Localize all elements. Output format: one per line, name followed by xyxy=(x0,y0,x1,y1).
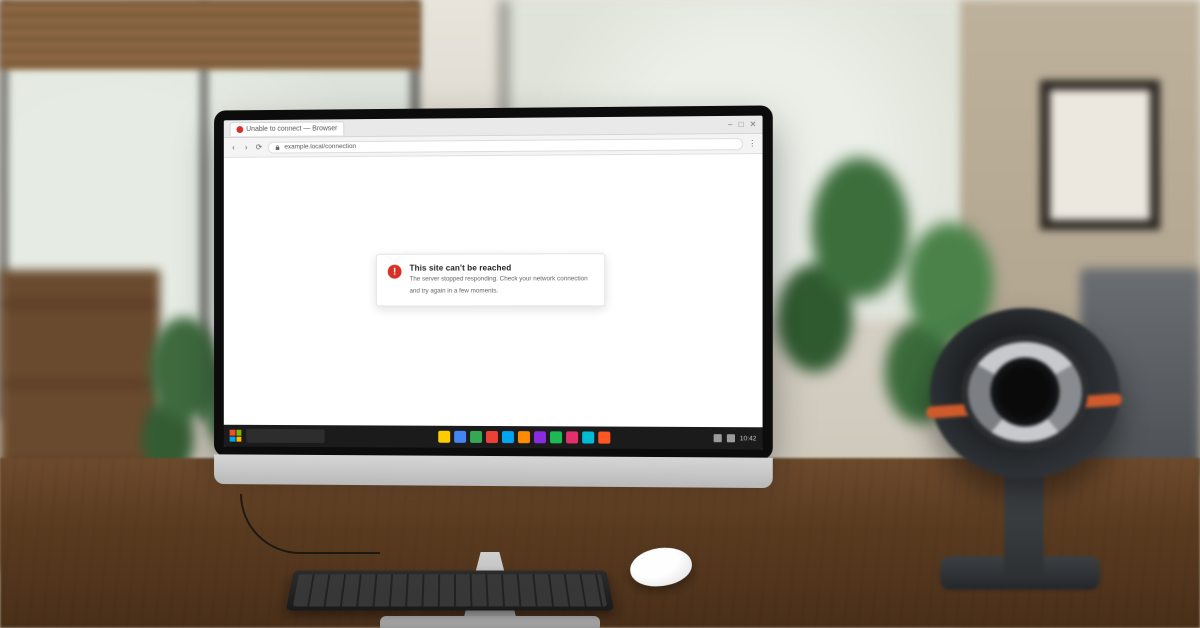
browser-viewport: ! This site can't be reached The server … xyxy=(224,154,763,427)
taskbar-app-icon[interactable] xyxy=(438,431,450,443)
nav-back-icon[interactable]: ‹ xyxy=(230,143,238,151)
window-maximize-button[interactable]: □ xyxy=(739,120,744,129)
taskbar-app-icon[interactable] xyxy=(486,431,498,443)
keyboard xyxy=(286,570,614,610)
taskbar-clock[interactable]: 10:42 xyxy=(740,435,757,442)
address-bar-text: example.local/connection xyxy=(284,143,356,150)
taskbar-app-icon[interactable] xyxy=(534,431,546,443)
monitor-bezel: Unable to connect — Browser – □ ✕ ‹ › ⟳ … xyxy=(214,105,773,459)
tray-volume-icon[interactable] xyxy=(727,434,735,442)
window-close-button[interactable]: ✕ xyxy=(750,120,757,129)
taskbar-app-icon[interactable] xyxy=(582,431,594,443)
browser-menu-icon[interactable]: ⋮ xyxy=(748,139,756,147)
start-button[interactable] xyxy=(230,430,242,442)
browser-tab[interactable]: Unable to connect — Browser xyxy=(230,121,345,136)
error-title: This site can't be reached xyxy=(409,263,587,272)
error-description-line1: The server stopped responding. Check you… xyxy=(409,276,587,285)
taskbar-pinned-apps xyxy=(438,431,610,444)
system-tray: 10:42 xyxy=(713,434,756,442)
taskbar-app-icon[interactable] xyxy=(454,431,466,443)
nav-forward-icon[interactable]: › xyxy=(242,143,250,151)
error-message-card: ! This site can't be reached The server … xyxy=(376,253,605,306)
tab-title: Unable to connect — Browser xyxy=(246,125,337,133)
nav-reload-icon[interactable]: ⟳ xyxy=(255,143,263,151)
os-taskbar: 10:42 xyxy=(224,425,763,450)
address-bar[interactable]: example.local/connection xyxy=(268,138,743,154)
monitor-screen: Unable to connect — Browser – □ ✕ ‹ › ⟳ … xyxy=(224,116,763,450)
desktop-monitor: Unable to connect — Browser – □ ✕ ‹ › ⟳ … xyxy=(210,108,770,528)
taskbar-search[interactable] xyxy=(246,429,324,443)
tab-favicon-icon xyxy=(236,126,243,133)
taskbar-app-icon[interactable] xyxy=(470,431,482,443)
window-blinds xyxy=(0,0,420,70)
window-minimize-button[interactable]: – xyxy=(728,120,733,129)
tray-network-icon[interactable] xyxy=(713,434,721,442)
monitor-foot xyxy=(380,616,600,628)
webcam-device xyxy=(880,308,1140,608)
lock-icon xyxy=(275,144,281,150)
window-controls: – □ ✕ xyxy=(728,120,757,129)
photo-scene: Unable to connect — Browser – □ ✕ ‹ › ⟳ … xyxy=(0,0,1200,628)
webcam-lens-icon xyxy=(962,336,1088,448)
taskbar-app-icon[interactable] xyxy=(502,431,514,443)
taskbar-app-icon[interactable] xyxy=(598,432,610,444)
taskbar-app-icon[interactable] xyxy=(518,431,530,443)
monitor-chin xyxy=(214,454,773,488)
error-alert-icon: ! xyxy=(388,265,402,279)
taskbar-app-icon[interactable] xyxy=(550,431,562,443)
wall-picture-frame xyxy=(1040,80,1160,230)
error-description-line2: and try again in a few moments. xyxy=(409,287,587,296)
taskbar-app-icon[interactable] xyxy=(566,431,578,443)
